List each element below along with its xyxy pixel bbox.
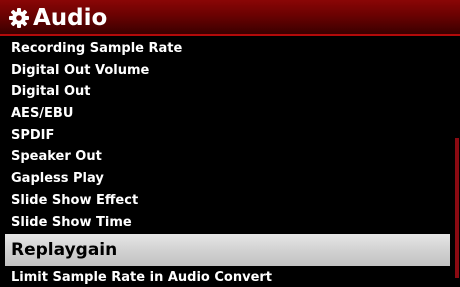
menu-item-limit-sample-rate[interactable]: Limit Sample Rate in Audio Convert [0, 267, 460, 287]
settings-menu: Recording Sample Rate Digital Out Volume… [0, 38, 460, 287]
menu-item-slide-show-effect[interactable]: Slide Show Effect [0, 190, 460, 212]
header-bar: Audio [0, 0, 460, 36]
menu-item-speaker-out[interactable]: Speaker Out [0, 146, 460, 168]
audio-settings-screen: Audio Recording Sample Rate Digital Out … [0, 0, 460, 287]
scrollbar[interactable] [455, 138, 459, 278]
menu-item-recording-sample-rate[interactable]: Recording Sample Rate [0, 38, 460, 60]
menu-item-digital-out[interactable]: Digital Out [0, 81, 460, 103]
menu-item-gapless-play[interactable]: Gapless Play [0, 168, 460, 190]
menu-item-replaygain-selected[interactable]: Replaygain [5, 234, 450, 267]
menu-item-spdif[interactable]: SPDIF [0, 125, 460, 147]
page-title: Audio [33, 5, 108, 31]
menu-item-digital-out-volume[interactable]: Digital Out Volume [0, 60, 460, 82]
menu-item-aes-ebu[interactable]: AES/EBU [0, 103, 460, 125]
menu-item-slide-show-time[interactable]: Slide Show Time [0, 212, 460, 234]
gear-icon [9, 8, 29, 28]
